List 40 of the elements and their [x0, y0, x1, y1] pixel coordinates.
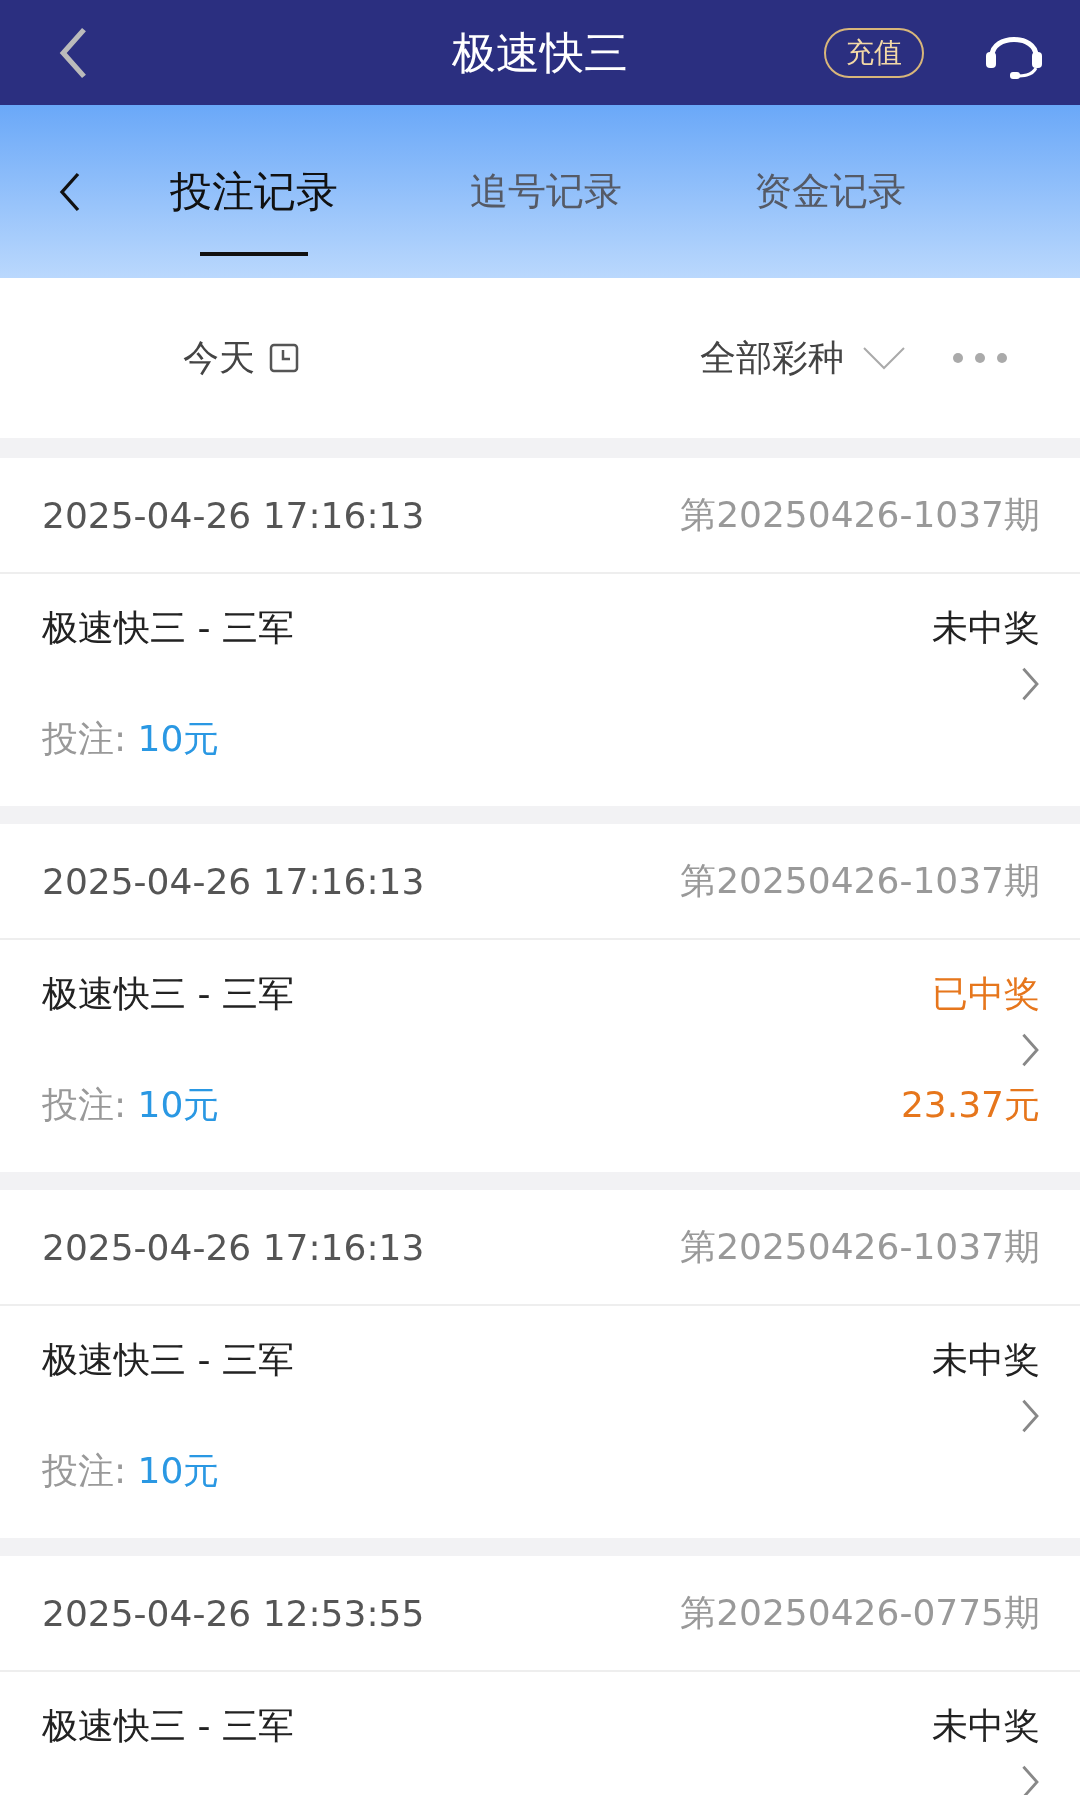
bet-time: 2025-04-26 17:16:13 [42, 1226, 425, 1268]
record-card[interactable]: 2025-04-26 12:53:55 第20250426-0775期 极速快三 - 三军 未中奖 [0, 1556, 1080, 1795]
page-title: 极速快三 [452, 26, 628, 80]
clock-icon [269, 343, 299, 373]
record-card[interactable]: 2025-04-26 17:16:13 第20250426-1037期 极速快三 - 三军 未中奖 投注: 10元 [0, 1190, 1080, 1538]
bet-time: 2025-04-26 17:16:13 [42, 494, 425, 536]
lottery-filter[interactable]: 全部彩种 [700, 333, 906, 383]
chevron-right-icon [1019, 1399, 1040, 1433]
bet-time: 2025-04-26 17:16:13 [42, 860, 425, 902]
back-button[interactable] [58, 171, 82, 212]
issue-number: 第20250426-0775期 [680, 1590, 1040, 1635]
record-card[interactable]: 2025-04-26 17:16:13 第20250426-1037期 极速快三 - 三军 未中奖 投注: 10元 [0, 458, 1080, 806]
bet-time: 2025-04-26 12:53:55 [42, 1592, 425, 1634]
game-name: 极速快三 - 三军 [42, 606, 294, 650]
result-status: 未中奖 [932, 1704, 1040, 1748]
recharge-button[interactable]: 充值 [824, 27, 924, 78]
chevron-down-icon [862, 346, 906, 370]
bet-amount: 投注: 10元 [42, 1449, 220, 1493]
chevron-right-icon [1019, 1765, 1040, 1795]
payout-amount: 23.37元 [900, 1083, 1040, 1127]
bet-amount: 投注: 10元 [42, 717, 220, 761]
record-card[interactable]: 2025-04-26 17:16:13 第20250426-1037期 极速快三 - 三军 已中奖 投注: 10元 23.37元 [0, 824, 1080, 1172]
back-icon [58, 171, 82, 212]
issue-number: 第20250426-1037期 [680, 858, 1040, 903]
game-name: 极速快三 - 三军 [42, 1338, 294, 1382]
tab[interactable]: 追号记录 [470, 130, 622, 253]
tab[interactable]: 投注记录 [170, 127, 338, 256]
game-name: 极速快三 - 三军 [42, 972, 294, 1016]
more-icon [952, 352, 1008, 364]
tab[interactable]: 资金记录 [754, 130, 906, 253]
game-name: 极速快三 - 三军 [42, 1704, 294, 1748]
issue-number: 第20250426-1037期 [680, 492, 1040, 537]
chevron-right-icon [1019, 1033, 1040, 1067]
result-status: 已中奖 [932, 972, 1040, 1016]
bet-amount: 投注: 10元 [42, 1083, 220, 1127]
chevron-right-icon [1019, 667, 1040, 701]
date-filter[interactable]: 今天 [183, 333, 299, 383]
result-status: 未中奖 [932, 606, 1040, 650]
issue-number: 第20250426-1037期 [680, 1224, 1040, 1269]
result-status: 未中奖 [932, 1338, 1040, 1382]
